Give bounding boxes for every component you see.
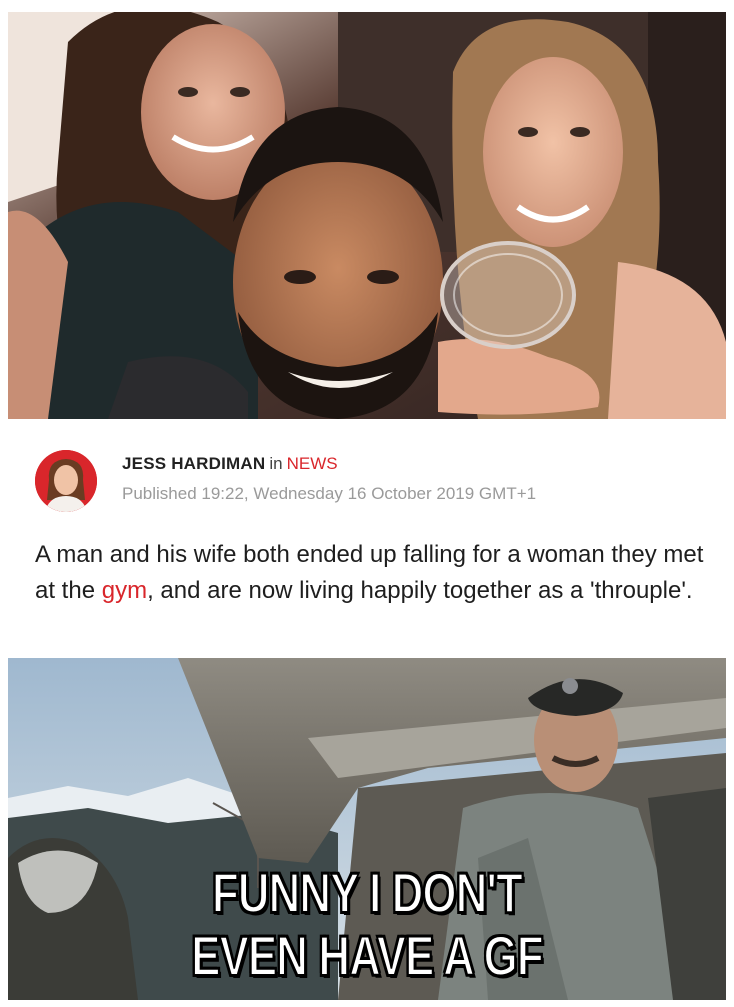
article-standfirst: A man and his wife both ended up falling…	[35, 537, 715, 609]
author-portrait-icon	[35, 450, 97, 512]
meme-caption-line-2: EVEN HAVE A GF	[190, 924, 544, 987]
author-name-link[interactable]: JESS HARDIMAN	[122, 454, 265, 473]
article-card: JESS HARDIMAN in NEWS Published 19:22, Wed…	[0, 420, 734, 656]
published-timestamp: Published 19:22, Wednesday 16 October 20…	[122, 484, 537, 503]
gym-link[interactable]: gym	[102, 577, 147, 604]
meme-panel: FUNNY I DON'T EVEN HAVE A GF	[8, 658, 726, 1000]
byline: JESS HARDIMAN in NEWS	[122, 454, 338, 474]
standfirst-text-end: , and are now living happily together as…	[147, 577, 693, 604]
byline-in-label: in	[269, 454, 283, 473]
meme-caption-line-1: FUNNY I DON'T	[211, 861, 523, 924]
selfie-photo	[8, 12, 726, 419]
author-avatar[interactable]	[35, 450, 97, 512]
section-link-news[interactable]: NEWS	[287, 454, 338, 473]
selfie-photo-illustration	[8, 12, 726, 419]
